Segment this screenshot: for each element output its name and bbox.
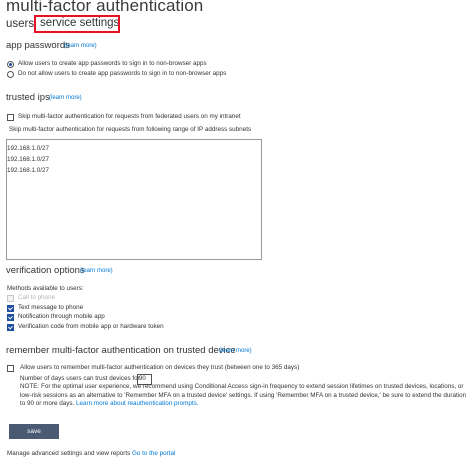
verification-options-learn-more-link[interactable]: (learn more) bbox=[80, 268, 113, 274]
mobile-app-notification-checkbox[interactable] bbox=[7, 314, 14, 321]
tab-highlight-box bbox=[34, 15, 120, 33]
ip-range-description: Skip multi-factor authentication for req… bbox=[9, 126, 252, 133]
text-message-label: Text message to phone bbox=[18, 304, 84, 311]
allow-app-passwords-label: Allow users to create app passwords to s… bbox=[18, 60, 207, 67]
ip-range-line: 192.168.1.0/27 bbox=[7, 145, 50, 152]
app-passwords-heading: app passwords bbox=[6, 40, 70, 51]
app-passwords-learn-more-link[interactable]: (learn more) bbox=[64, 43, 97, 49]
trusted-ips-learn-more-link[interactable]: (learn more) bbox=[49, 95, 82, 101]
text-message-checkbox[interactable] bbox=[7, 305, 14, 312]
reauthentication-prompts-link[interactable]: Learn more about reauthentication prompt… bbox=[76, 400, 199, 407]
call-to-phone-checkbox[interactable] bbox=[7, 295, 14, 302]
page-title: multi-factor authentication bbox=[6, 0, 204, 15]
remember-mfa-checkbox[interactable] bbox=[7, 365, 14, 372]
ip-range-line: 192.168.1.0/27 bbox=[7, 156, 50, 163]
verification-options-heading: verification options bbox=[6, 265, 85, 276]
remember-mfa-label: Allow users to remember multi-factor aut… bbox=[20, 364, 300, 371]
call-to-phone-label: Call to phone bbox=[18, 294, 56, 301]
skip-federated-checkbox[interactable] bbox=[7, 114, 14, 121]
verification-code-checkbox[interactable] bbox=[7, 324, 14, 331]
ip-range-line: 192.168.1.0/27 bbox=[7, 167, 50, 174]
methods-available-label: Methods available to users: bbox=[7, 285, 84, 292]
trusted-ips-heading: trusted ips bbox=[6, 92, 50, 103]
skip-federated-label: Skip multi-factor authentication for req… bbox=[18, 113, 241, 120]
allow-app-passwords-radio[interactable] bbox=[7, 61, 14, 68]
remember-mfa-heading: remember multi-factor authentication on … bbox=[6, 345, 236, 356]
disallow-app-passwords-label: Do not allow users to create app passwor… bbox=[18, 70, 227, 77]
verification-code-label: Verification code from mobile app or har… bbox=[18, 323, 164, 330]
go-to-portal-link[interactable]: Go to the portal bbox=[132, 450, 175, 457]
remember-mfa-note: NOTE: For the optimal user experience, w… bbox=[20, 383, 468, 409]
save-button[interactable]: save bbox=[9, 424, 59, 439]
tab-users[interactable]: users bbox=[6, 18, 34, 30]
disallow-app-passwords-radio[interactable] bbox=[7, 71, 14, 78]
footer-text: Manage advanced settings and view report… bbox=[7, 450, 132, 457]
remember-mfa-learn-more-link[interactable]: (learn more) bbox=[219, 348, 252, 354]
footer: Manage advanced settings and view report… bbox=[7, 450, 175, 457]
mobile-app-notification-label: Notification through mobile app bbox=[18, 313, 105, 320]
trust-days-label: Number of days users can trust devices f… bbox=[20, 375, 140, 382]
